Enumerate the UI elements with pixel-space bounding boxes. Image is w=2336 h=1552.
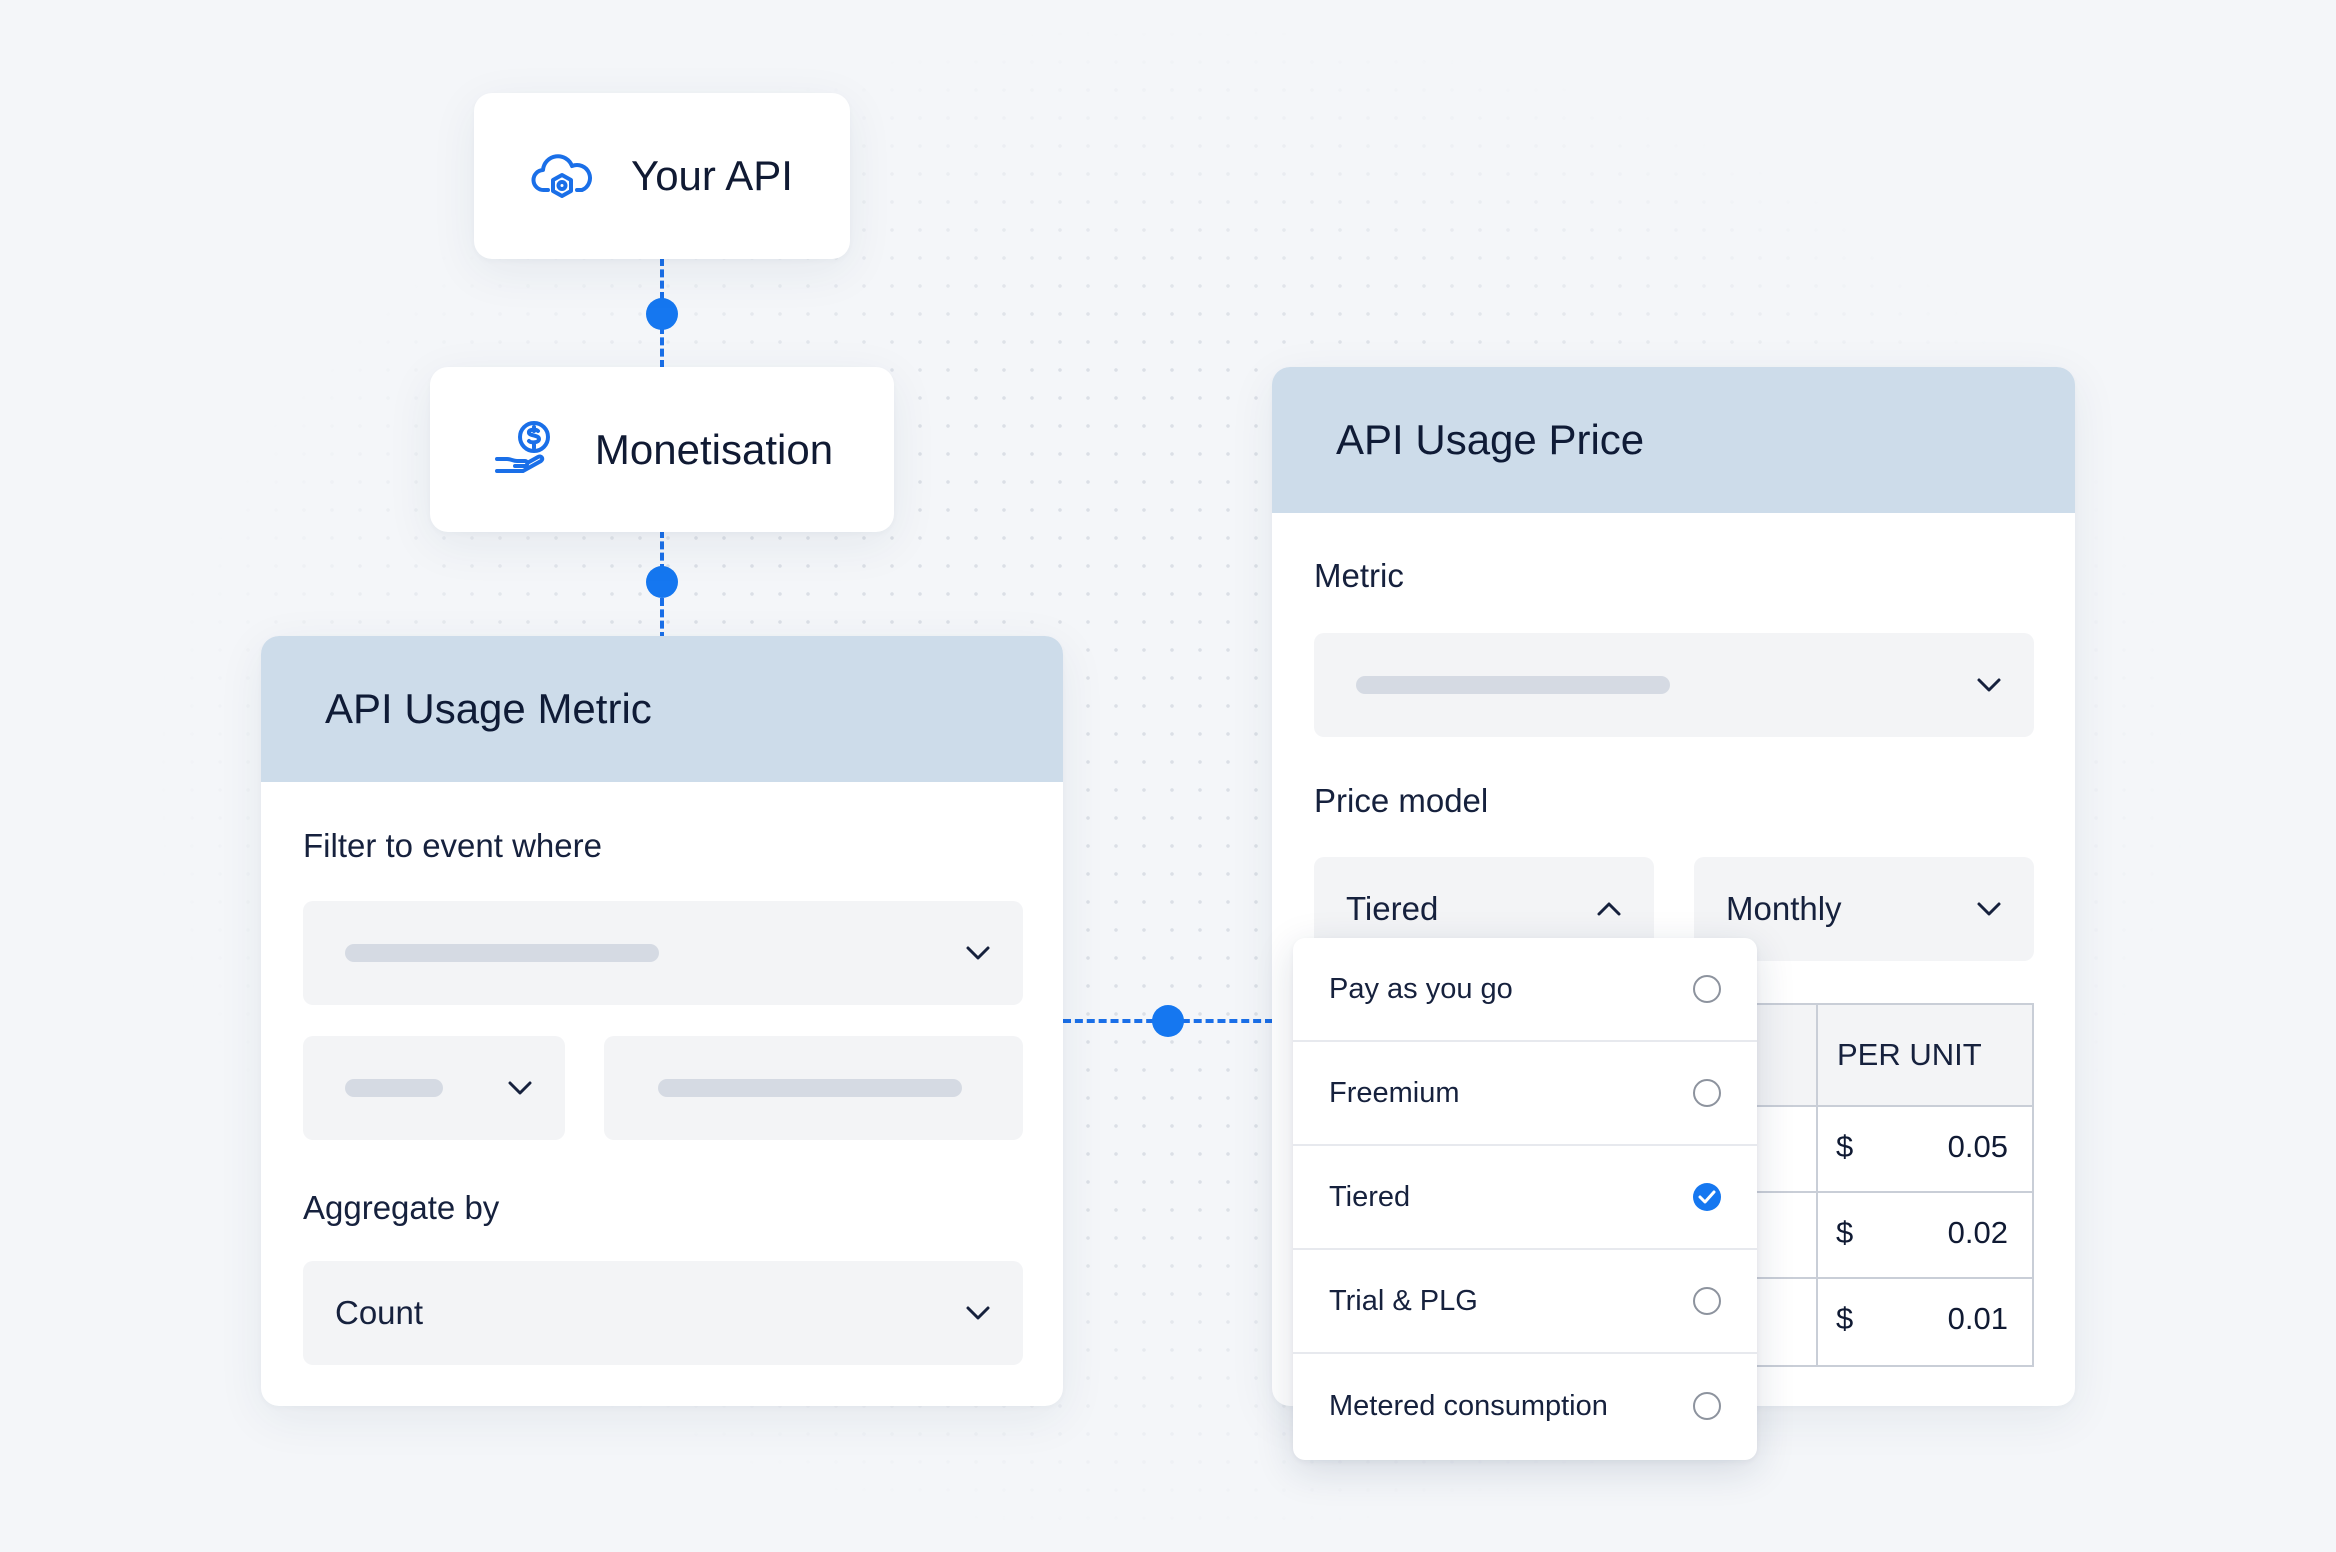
metric-select[interactable] <box>1314 633 2034 737</box>
option-label: Pay as you go <box>1329 972 1513 1005</box>
option-tiered[interactable]: Tiered <box>1293 1146 1757 1250</box>
radio-unchecked-icon[interactable] <box>1693 1287 1721 1315</box>
placeholder-bar <box>658 1079 962 1097</box>
table-header-per-unit: PER UNIT <box>1837 1037 1982 1072</box>
aggregate-label: Aggregate by <box>303 1189 500 1226</box>
currency-symbol: $ <box>1836 1129 1854 1164</box>
option-trial-plg[interactable]: Trial & PLG <box>1293 1250 1757 1354</box>
option-pay-as-you-go[interactable]: Pay as you go <box>1293 938 1757 1042</box>
filter-event-select[interactable] <box>303 901 1023 1005</box>
billing-period-value: Monthly <box>1726 890 1842 927</box>
radio-unchecked-icon[interactable] <box>1693 1079 1721 1107</box>
metric-label: Metric <box>1314 557 1404 594</box>
chevron-down-icon <box>966 946 990 960</box>
currency-symbol: $ <box>1836 1301 1854 1336</box>
placeholder-bar <box>1356 676 1670 694</box>
connector-dot-3 <box>1152 1005 1184 1037</box>
monetisation-node[interactable]: Monetisation <box>430 367 894 532</box>
connector-dot-1 <box>646 298 678 330</box>
connector-dot-2 <box>646 566 678 598</box>
filter-operator-select[interactable] <box>303 1036 565 1140</box>
price-model-dropdown: Pay as you go Freemium Tiered Trial & PL… <box>1293 938 1757 1460</box>
chevron-down-icon <box>508 1081 532 1095</box>
price-model-value: Tiered <box>1346 890 1439 927</box>
aggregate-value: Count <box>335 1294 424 1331</box>
api-node[interactable]: Your API <box>474 93 850 259</box>
price-panel-title: API Usage Price <box>1336 416 1645 463</box>
per-unit-price: 0.01 <box>1947 1301 2008 1336</box>
option-label: Metered consumption <box>1329 1389 1608 1422</box>
radio-unchecked-icon[interactable] <box>1693 1392 1721 1420</box>
chevron-down-icon <box>966 1306 990 1320</box>
option-label: Trial & PLG <box>1329 1284 1478 1317</box>
chevron-down-icon <box>1977 678 2001 692</box>
option-label: Freemium <box>1329 1076 1460 1109</box>
metric-panel-header: API Usage Metric <box>261 636 1063 782</box>
option-freemium[interactable]: Freemium <box>1293 1042 1757 1146</box>
api-node-label: Your API <box>631 152 793 199</box>
placeholder-bar <box>345 1079 443 1097</box>
currency-symbol: $ <box>1836 1215 1854 1250</box>
radio-checked-icon[interactable] <box>1693 1183 1721 1211</box>
option-metered-consumption[interactable]: Metered consumption <box>1293 1354 1757 1458</box>
filter-label: Filter to event where <box>303 827 602 864</box>
aggregate-select[interactable]: Count <box>303 1261 1023 1365</box>
price-model-label: Price model <box>1314 782 1489 819</box>
api-usage-metric-panel: API Usage Metric Filter to event where A… <box>261 636 1063 1406</box>
per-unit-price: 0.02 <box>1947 1215 2008 1250</box>
option-label: Tiered <box>1329 1180 1411 1213</box>
metric-panel-title: API Usage Metric <box>325 685 652 732</box>
radio-unchecked-icon[interactable] <box>1693 975 1721 1003</box>
filter-value-input[interactable] <box>604 1036 1023 1140</box>
price-panel-header: API Usage Price <box>1272 367 2075 513</box>
chevron-down-icon <box>1977 902 2001 916</box>
chevron-up-icon <box>1597 902 1621 916</box>
placeholder-bar <box>345 944 659 962</box>
cloud-hexagon-icon <box>531 145 593 207</box>
hand-coin-icon <box>491 417 557 483</box>
per-unit-price: 0.05 <box>1947 1129 2008 1164</box>
monetisation-node-label: Monetisation <box>594 425 834 473</box>
